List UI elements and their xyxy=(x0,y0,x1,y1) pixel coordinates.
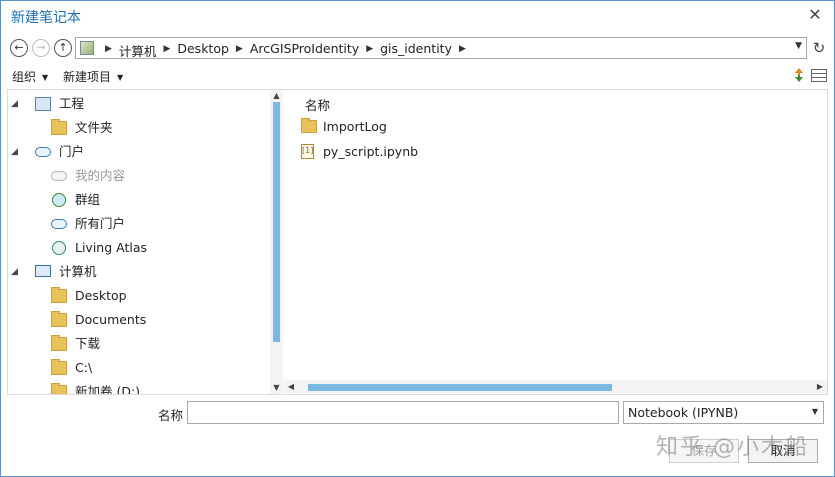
chevron-right-icon[interactable]: ▶ xyxy=(163,41,170,57)
chevron-down-icon[interactable]: ▼ xyxy=(795,41,802,51)
folder-icon xyxy=(51,119,67,135)
chevron-down-icon: ▼ xyxy=(42,73,49,82)
tree-item-d-drive[interactable]: 新加卷 (D:) xyxy=(11,382,266,394)
new-item-menu[interactable]: 新建项目 ▼ xyxy=(63,68,123,85)
organize-label: 组织 xyxy=(12,70,37,84)
tree-item-groups[interactable]: 群组 xyxy=(11,190,266,210)
new-notebook-dialog: 新建笔记本 ✕ ← → ↑ ▶ 计算机 ▶ Desktop ▶ ArcGISProIden… xyxy=(0,0,835,477)
chevron-right-icon[interactable]: ▶ xyxy=(459,41,466,57)
living-atlas-icon xyxy=(52,241,66,255)
chevron-down-icon: ▼ xyxy=(117,73,124,82)
sort-icon[interactable] xyxy=(794,67,804,83)
folder-icon xyxy=(301,118,317,133)
tree-item-label: 我的内容 xyxy=(75,168,126,183)
list-item-label: ImportLog xyxy=(323,119,387,134)
breadcrumb-item[interactable]: Desktop xyxy=(177,41,229,56)
column-header-name[interactable]: 名称 xyxy=(305,95,330,114)
folder-icon xyxy=(51,359,67,375)
tree-item-desktop[interactable]: Desktop xyxy=(11,286,266,306)
scroll-thumb[interactable] xyxy=(273,102,280,342)
portal-cloud-icon xyxy=(35,147,51,157)
notebook-file-icon: [1] xyxy=(301,144,314,159)
list-item[interactable]: [1] py_script.ipynb xyxy=(301,142,601,162)
up-arrow-icon[interactable]: ↑ xyxy=(54,39,72,57)
tree-item-project[interactable]: ◢ 工程 xyxy=(11,94,266,114)
navigation-bar: ← → ↑ ▶ 计算机 ▶ Desktop ▶ ArcGISProIdentity ▶ gis… xyxy=(1,37,834,61)
scroll-right-icon[interactable]: ▶ xyxy=(815,380,825,393)
name-label: 名称 xyxy=(158,408,184,423)
toolbar: 组织 ▼ 新建项目 ▼ xyxy=(1,65,834,87)
folder-icon xyxy=(51,335,67,351)
close-icon[interactable]: ✕ xyxy=(806,6,824,24)
file-list: 名称 ImportLog [1] py_script.ipynb ◀ ▶ xyxy=(284,90,827,394)
breadcrumb-item[interactable]: ArcGISProIdentity xyxy=(250,41,359,56)
dialog-title: 新建笔记本 xyxy=(11,10,81,26)
tree-item-label: Documents xyxy=(75,312,147,327)
groups-icon xyxy=(52,193,66,207)
navigation-tree: ◢ 工程 文件夹 ◢ 门户 我的内容 群组 所有门户 Living Atlas … xyxy=(8,90,270,394)
breadcrumb-item[interactable]: 计算机 xyxy=(119,41,157,60)
tree-item-label: 工程 xyxy=(59,96,85,111)
tree-item-label: 文件夹 xyxy=(75,120,113,135)
tree-item-label: Desktop xyxy=(75,288,127,303)
refresh-icon[interactable]: ↻ xyxy=(811,39,827,57)
tree-item-computer[interactable]: ◢ 计算机 xyxy=(11,262,266,282)
list-item[interactable]: ImportLog xyxy=(301,117,601,137)
back-arrow-icon[interactable]: ← xyxy=(10,39,28,57)
tree-item-label: 所有门户 xyxy=(75,216,126,231)
name-input[interactable] xyxy=(187,401,619,424)
tree-item-label: 下载 xyxy=(75,336,101,351)
tree-item-all-portal[interactable]: 所有门户 xyxy=(11,214,266,234)
all-portal-cloud-icon xyxy=(51,219,67,229)
watermark: 知乎 @小木船 xyxy=(656,435,809,460)
expand-toggle-icon[interactable]: ◢ xyxy=(11,94,23,114)
folder-icon xyxy=(51,311,67,327)
location-icon xyxy=(80,41,94,55)
address-bar[interactable]: ▶ 计算机 ▶ Desktop ▶ ArcGISProIdentity ▶ gis_ident… xyxy=(75,37,807,59)
tree-item-label: 计算机 xyxy=(59,264,97,279)
computer-icon xyxy=(35,265,51,277)
tree-item-label: 新加卷 (D:) xyxy=(75,384,141,394)
title-bar: 新建笔记本 ✕ xyxy=(1,1,834,31)
file-type-value: Notebook (IPYNB) xyxy=(628,405,739,420)
breadcrumb-item[interactable]: gis_identity xyxy=(380,41,452,56)
my-content-icon xyxy=(51,171,67,181)
tree-vertical-scrollbar[interactable]: ▲ ▼ xyxy=(270,90,283,394)
folder-icon xyxy=(51,383,67,394)
forward-arrow-icon[interactable]: → xyxy=(32,39,50,57)
tree-item-living-atlas[interactable]: Living Atlas xyxy=(11,238,266,258)
browser-panes: ◢ 工程 文件夹 ◢ 门户 我的内容 群组 所有门户 Living Atlas … xyxy=(7,89,828,395)
list-item-label: py_script.ipynb xyxy=(323,144,419,159)
chevron-right-icon: ▶ xyxy=(105,44,112,54)
tree-item-label: 门户 xyxy=(59,144,85,159)
chevron-down-icon: ▼ xyxy=(811,407,818,416)
chevron-right-icon[interactable]: ▶ xyxy=(236,41,243,57)
breadcrumb: ▶ 计算机 ▶ Desktop ▶ ArcGISProIdentity ▶ gis_ident… xyxy=(98,41,473,60)
chevron-right-icon[interactable]: ▶ xyxy=(366,41,373,57)
file-list-horizontal-scrollbar[interactable]: ◀ ▶ xyxy=(284,380,827,393)
scroll-left-icon[interactable]: ◀ xyxy=(286,380,296,393)
tree-item-c-drive[interactable]: C:\ xyxy=(11,358,266,378)
tree-item-portal[interactable]: ◢ 门户 xyxy=(11,142,266,162)
tree-item-my-content[interactable]: 我的内容 xyxy=(11,166,266,186)
folder-icon xyxy=(51,287,67,303)
tree-item-downloads[interactable]: 下载 xyxy=(11,334,266,354)
organize-menu[interactable]: 组织 ▼ xyxy=(12,68,48,85)
scroll-down-icon[interactable]: ▼ xyxy=(270,383,283,393)
tree-item-documents[interactable]: Documents xyxy=(11,310,266,330)
expand-toggle-icon[interactable]: ◢ xyxy=(11,142,23,162)
tree-item-label: 群组 xyxy=(75,192,101,207)
tree-item-folder[interactable]: 文件夹 xyxy=(11,118,266,138)
scroll-up-icon[interactable]: ▲ xyxy=(270,91,283,101)
new-item-label: 新建项目 xyxy=(63,70,112,84)
scroll-thumb[interactable] xyxy=(308,384,612,391)
project-folder-icon xyxy=(35,97,51,111)
view-options-icon[interactable] xyxy=(811,69,827,82)
tree-item-label: C:\ xyxy=(75,360,93,375)
expand-toggle-icon[interactable]: ◢ xyxy=(11,262,23,282)
file-type-select[interactable]: Notebook (IPYNB) ▼ xyxy=(623,401,824,424)
tree-item-label: Living Atlas xyxy=(75,240,148,255)
